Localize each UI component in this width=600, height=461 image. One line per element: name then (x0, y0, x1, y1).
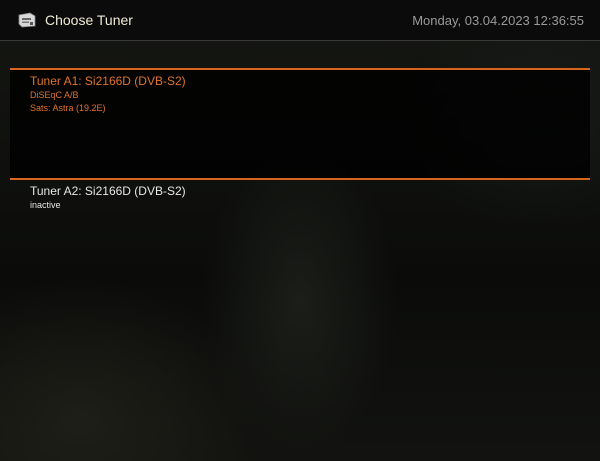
tuner-item-a1[interactable]: Tuner A1: Si2166D (DVB-S2) DiSEqC A/B Sa… (10, 68, 590, 178)
tuner-list: Tuner A1: Si2166D (DVB-S2) DiSEqC A/B Sa… (0, 41, 600, 461)
tuner-card-icon (18, 12, 36, 28)
page-title: Choose Tuner (45, 12, 133, 28)
date-time-display: Monday, 03.04.2023 12:36:55 (412, 13, 584, 28)
tuner-item-a2[interactable]: Tuner A2: Si2166D (DVB-S2) inactive (10, 178, 590, 288)
tuner-name: Tuner A2: Si2166D (DVB-S2) (30, 184, 186, 198)
tuner-name: Tuner A1: Si2166D (DVB-S2) (30, 74, 186, 88)
choose-tuner-screen: Choose Tuner Monday, 03.04.2023 12:36:55… (0, 0, 600, 461)
tuner-diseqc-mode: DiSEqC A/B (30, 90, 79, 100)
tuner-status: inactive (30, 200, 61, 210)
tuner-satellites: Sats: Astra (19.2E) (30, 103, 106, 113)
title-bar: Choose Tuner Monday, 03.04.2023 12:36:55 (0, 0, 600, 41)
